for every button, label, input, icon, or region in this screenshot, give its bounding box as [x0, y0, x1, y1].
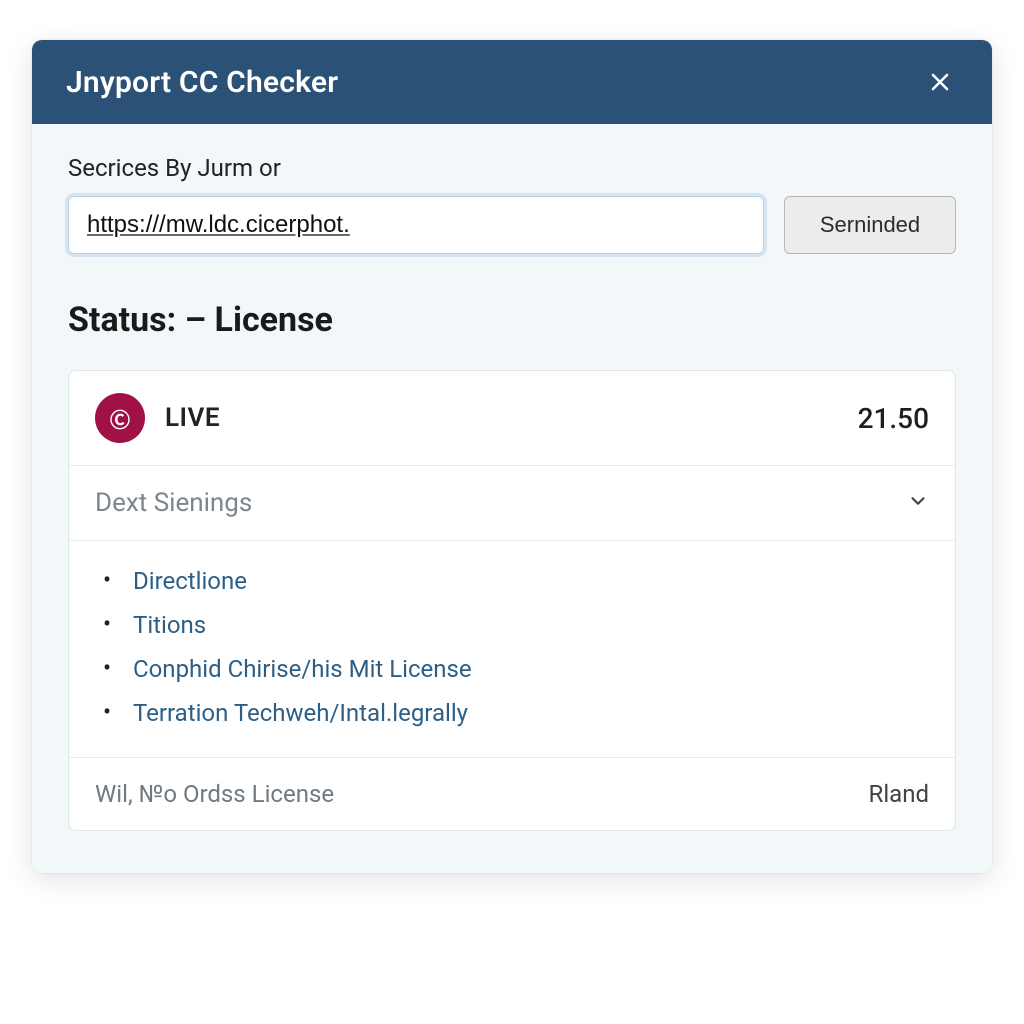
modal-title: Jnyport CC Checker [66, 65, 338, 100]
list-item: Directlione [111, 559, 929, 603]
live-row: Ⓒ LIVE 21.50 [69, 371, 955, 466]
url-field-label: Secrices By Jurm or [68, 154, 956, 182]
license-checker-modal: Jnyport CC Checker Secrices By Jurm or S… [32, 40, 992, 873]
list-item: Titions [111, 603, 929, 647]
section-header-row[interactable]: Dext Sienings [69, 466, 955, 541]
list-item: Conphid Chirise/his Mit License [111, 647, 929, 691]
license-link[interactable]: Conphid Chirise/his Mit License [133, 655, 472, 683]
license-link[interactable]: Directlione [133, 567, 247, 595]
footer-status-text: Wil, №o Ordss License [95, 780, 334, 808]
cc-badge-icon: Ⓒ [95, 393, 145, 443]
live-label: LIVE [165, 403, 220, 433]
footer-right-text: Rland [869, 780, 929, 808]
url-input-row: Serninded [68, 196, 956, 254]
license-link[interactable]: Titions [133, 611, 206, 639]
modal-body: Secrices By Jurm or Serninded Status: – … [32, 124, 992, 873]
modal-header: Jnyport CC Checker [32, 40, 992, 124]
url-input[interactable] [68, 196, 764, 254]
list-item: Terration Techweh/Intal.legrally [111, 691, 929, 735]
status-heading: Status: – License [68, 300, 956, 340]
result-card: Ⓒ LIVE 21.50 Dext Sienings Directlione T… [68, 370, 956, 831]
close-icon [928, 70, 952, 94]
submit-button[interactable]: Serninded [784, 196, 956, 254]
chevron-down-icon [907, 490, 929, 516]
section-title: Dext Sienings [95, 488, 907, 518]
cc-badge-glyph: Ⓒ [110, 404, 130, 433]
close-button[interactable] [922, 64, 958, 100]
card-footer: Wil, №o Ordss License Rland [69, 758, 955, 830]
live-value: 21.50 [858, 402, 929, 435]
license-link-list: Directlione Titions Conphid Chirise/his … [69, 541, 955, 758]
license-link[interactable]: Terration Techweh/Intal.legrally [133, 699, 468, 727]
